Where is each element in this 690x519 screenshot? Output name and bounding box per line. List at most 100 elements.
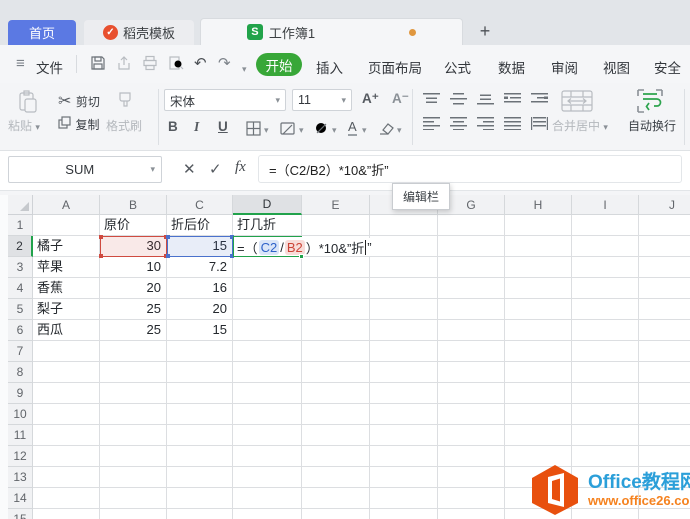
row-header-1[interactable]: 1 xyxy=(8,215,33,236)
cell-F14[interactable] xyxy=(370,488,438,509)
row-header-6[interactable]: 6 xyxy=(8,320,33,341)
cell-H1[interactable] xyxy=(505,215,572,236)
align-left-icon[interactable] xyxy=(423,117,440,135)
cell-A11[interactable] xyxy=(33,425,100,446)
cell-shading-caret-icon[interactable]: ▾ xyxy=(299,125,304,136)
cell-G6[interactable] xyxy=(438,320,505,341)
cell-J2[interactable] xyxy=(639,236,690,257)
cell-A13[interactable] xyxy=(33,467,100,488)
underline-button[interactable]: U xyxy=(218,119,228,134)
cell-D1[interactable]: 打几折 xyxy=(233,215,302,236)
cell-G11[interactable] xyxy=(438,425,505,446)
column-header-E[interactable]: E xyxy=(302,195,370,215)
cell-C8[interactable] xyxy=(167,362,233,383)
cell-C14[interactable] xyxy=(167,488,233,509)
column-header-J[interactable]: J xyxy=(639,195,690,215)
cell-E13[interactable] xyxy=(302,467,370,488)
cell-I7[interactable] xyxy=(572,341,639,362)
cell-J10[interactable] xyxy=(639,404,690,425)
align-top-icon[interactable] xyxy=(423,92,440,110)
font-size-select[interactable]: 11▾ xyxy=(292,89,352,111)
cell-B13[interactable] xyxy=(100,467,167,488)
cell-E8[interactable] xyxy=(302,362,370,383)
borders-caret-icon[interactable]: ▾ xyxy=(264,125,269,136)
cell-C7[interactable] xyxy=(167,341,233,362)
align-center-icon[interactable] xyxy=(450,117,467,135)
menu-item-view[interactable]: 视图 xyxy=(603,57,630,77)
cell-B10[interactable] xyxy=(100,404,167,425)
cell-I11[interactable] xyxy=(572,425,639,446)
menu-item-insert[interactable]: 插入 xyxy=(316,57,343,77)
cell-G7[interactable] xyxy=(438,341,505,362)
column-header-A[interactable]: A xyxy=(33,195,100,215)
print-preview-icon[interactable] xyxy=(168,55,184,78)
cell-D9[interactable] xyxy=(233,383,302,404)
new-tab-button[interactable]: + xyxy=(472,19,498,44)
cell-E14[interactable] xyxy=(302,488,370,509)
cell-F11[interactable] xyxy=(370,425,438,446)
cell-G2[interactable] xyxy=(438,236,505,257)
cell-G10[interactable] xyxy=(438,404,505,425)
justify-icon[interactable] xyxy=(504,117,521,135)
cell-C10[interactable] xyxy=(167,404,233,425)
cell-C6[interactable]: 15 xyxy=(167,320,233,341)
cell-G15[interactable] xyxy=(438,509,505,519)
eraser-icon[interactable] xyxy=(378,121,395,141)
save-icon[interactable] xyxy=(90,55,106,78)
tab-workbook1[interactable]: S 工作簿1 xyxy=(200,18,463,45)
format-painter-icon[interactable] xyxy=(112,89,138,118)
cell-A7[interactable] xyxy=(33,341,100,362)
cell-C3[interactable]: 7.2 xyxy=(167,257,233,278)
cell-F6[interactable] xyxy=(370,320,438,341)
cell-F2[interactable] xyxy=(370,236,438,257)
cell-I10[interactable] xyxy=(572,404,639,425)
row-header-7[interactable]: 7 xyxy=(8,341,33,362)
row-header-2[interactable]: 2 xyxy=(8,236,33,257)
cell-D7[interactable] xyxy=(233,341,302,362)
column-header-H[interactable]: H xyxy=(505,195,572,215)
cell-C13[interactable] xyxy=(167,467,233,488)
cell-D3[interactable] xyxy=(233,257,302,278)
cell-H3[interactable] xyxy=(505,257,572,278)
cell-I5[interactable] xyxy=(572,299,639,320)
cell-I9[interactable] xyxy=(572,383,639,404)
column-header-I[interactable]: I xyxy=(572,195,639,215)
paste-clipboard-icon[interactable] xyxy=(16,89,40,120)
cell-A10[interactable] xyxy=(33,404,100,425)
cell-B15[interactable] xyxy=(100,509,167,519)
cell-F4[interactable] xyxy=(370,278,438,299)
cell-B12[interactable] xyxy=(100,446,167,467)
cell-B4[interactable]: 20 xyxy=(100,278,167,299)
formula-input[interactable]: =（C2/B2）*10&”折” xyxy=(258,155,682,183)
cell-B11[interactable] xyxy=(100,425,167,446)
cell-A5[interactable]: 梨子 xyxy=(33,299,100,320)
cell-D6[interactable] xyxy=(233,320,302,341)
row-header-14[interactable]: 14 xyxy=(8,488,33,509)
cell-J11[interactable] xyxy=(639,425,690,446)
format-painter-button[interactable]: 格式刷 xyxy=(106,117,142,134)
cell-I4[interactable] xyxy=(572,278,639,299)
tab-home[interactable]: 首页 xyxy=(8,20,76,45)
row-header-4[interactable]: 4 xyxy=(8,278,33,299)
cell-F5[interactable] xyxy=(370,299,438,320)
cell-G8[interactable] xyxy=(438,362,505,383)
eraser-caret-icon[interactable]: ▾ xyxy=(397,125,402,136)
tab-docer-templates[interactable]: ✓ 稻壳模板 xyxy=(84,20,194,45)
cell-J4[interactable] xyxy=(639,278,690,299)
row-header-15[interactable]: 15 xyxy=(8,509,33,519)
column-header-C[interactable]: C xyxy=(167,195,233,215)
row-header-12[interactable]: 12 xyxy=(8,446,33,467)
cell-A15[interactable] xyxy=(33,509,100,519)
increase-indent-icon[interactable] xyxy=(531,92,548,110)
cell-D14[interactable] xyxy=(233,488,302,509)
cell-D4[interactable] xyxy=(233,278,302,299)
wrap-text-button[interactable]: 自动换行 xyxy=(628,117,676,134)
cell-F1[interactable] xyxy=(370,215,438,236)
cell-H8[interactable] xyxy=(505,362,572,383)
cell-H11[interactable] xyxy=(505,425,572,446)
cell-D12[interactable] xyxy=(233,446,302,467)
cell-I2[interactable] xyxy=(572,236,639,257)
cell-D11[interactable] xyxy=(233,425,302,446)
cell-J1[interactable] xyxy=(639,215,690,236)
menu-item-security[interactable]: 安全 xyxy=(654,57,681,77)
